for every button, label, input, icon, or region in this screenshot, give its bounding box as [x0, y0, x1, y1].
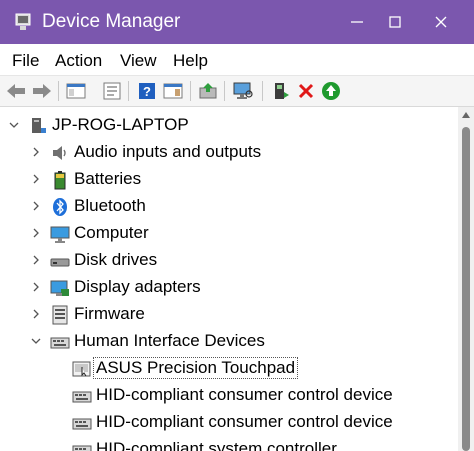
expand-chevron-icon[interactable]: [30, 199, 42, 213]
tree-item-disk-drives[interactable]: Disk drives: [0, 247, 458, 274]
speaker-icon: [53, 146, 66, 160]
menu-action[interactable]: Action: [55, 51, 102, 71]
bluetooth-icon: [53, 198, 67, 216]
display-adapter-icon: [50, 280, 69, 296]
action-pane-icon: [163, 83, 183, 99]
tree-item-label: Firmware: [74, 304, 145, 323]
help-button[interactable]: ?: [136, 80, 158, 102]
expand-chevron-icon[interactable]: [30, 172, 42, 186]
computer-tower-icon: [32, 118, 46, 133]
enable-device-button[interactable]: [270, 80, 292, 102]
collapse-chevron-icon[interactable]: [30, 334, 42, 348]
firmware-icon: [52, 305, 68, 325]
hid-device-icon: [72, 418, 92, 430]
touchpad-device-icon: [72, 361, 91, 377]
expand-chevron-icon[interactable]: [30, 145, 42, 159]
device-tree: JP-ROG-LAPTOP Audio inputs and outputs B…: [0, 107, 458, 451]
properties-icon: [103, 82, 121, 100]
hid-device-icon: [72, 445, 92, 451]
tree-item-asus-precision-touchpad[interactable]: ASUS Precision Touchpad: [0, 355, 458, 382]
collapse-chevron-icon[interactable]: [8, 118, 20, 132]
back-button[interactable]: [5, 80, 27, 102]
tree-item-hid-consumer-control-2[interactable]: HID-compliant consumer control device: [0, 409, 458, 436]
forward-arrow-icon: [33, 84, 51, 98]
disk-drive-icon: [50, 258, 70, 267]
minimize-icon: [351, 21, 363, 23]
scrollbar-thumb[interactable]: [462, 127, 470, 451]
close-button[interactable]: [418, 0, 464, 44]
update-driver-icon: [199, 83, 217, 99]
uninstall-device-icon: [298, 83, 314, 99]
tree-item-label: Disk drives: [74, 250, 158, 269]
tree-item-label: Audio inputs and outputs: [74, 142, 262, 161]
menu-file[interactable]: File: [12, 51, 39, 71]
tree-item-label: HID-compliant consumer control device: [96, 385, 393, 404]
tree-item-human-interface-devices[interactable]: Human Interface Devices: [0, 328, 458, 355]
tree-item-hid-system-controller[interactable]: HID-compliant system controller: [0, 436, 458, 451]
maximize-button[interactable]: [372, 0, 418, 44]
tree-item-computer[interactable]: Computer: [0, 220, 458, 247]
monitor-icon: [50, 226, 70, 243]
enable-green-icon: [322, 82, 340, 100]
menu-bar: File Action View Help: [0, 44, 474, 76]
properties-button[interactable]: [101, 80, 123, 102]
title-bar: Device Manager: [0, 0, 474, 44]
tree-item-display-adapters[interactable]: Display adapters: [0, 274, 458, 301]
expand-chevron-icon[interactable]: [30, 253, 42, 267]
tree-item-bluetooth[interactable]: Bluetooth: [0, 193, 458, 220]
maximize-icon: [389, 16, 401, 28]
toolbar-separator: [128, 81, 129, 101]
expand-chevron-icon[interactable]: [30, 226, 42, 240]
toolbar-separator: [224, 81, 225, 101]
tree-item-audio[interactable]: Audio inputs and outputs: [0, 139, 458, 166]
uninstall-device-button[interactable]: [295, 80, 317, 102]
tree-root[interactable]: JP-ROG-LAPTOP: [0, 112, 458, 139]
scroll-up-button[interactable]: [458, 107, 474, 123]
tree-item-label: HID-compliant consumer control device: [96, 412, 393, 431]
battery-icon: [54, 171, 66, 190]
forward-button[interactable]: [31, 80, 53, 102]
tree-item-label: Computer: [74, 223, 149, 242]
window-title: Device Manager: [42, 11, 181, 32]
tree-item-firmware[interactable]: Firmware: [0, 301, 458, 328]
scan-hardware-icon: [233, 82, 253, 99]
scan-hardware-button[interactable]: [232, 80, 254, 102]
help-icon: ?: [139, 83, 155, 99]
action-pane-button[interactable]: [162, 80, 184, 102]
scroll-up-arrow-icon: [462, 112, 470, 118]
vertical-scrollbar[interactable]: [458, 107, 474, 451]
enable-green-button[interactable]: [320, 80, 342, 102]
menu-view[interactable]: View: [120, 51, 157, 71]
hid-device-icon: [72, 391, 92, 403]
update-driver-button[interactable]: [197, 80, 219, 102]
tree-item-label: ASUS Precision Touchpad: [92, 357, 299, 379]
tree-item-hid-consumer-control-1[interactable]: HID-compliant consumer control device: [0, 382, 458, 409]
toolbar-separator: [262, 81, 263, 101]
tree-item-label: Batteries: [74, 169, 142, 188]
toolbar-separator: [58, 81, 59, 101]
device-manager-icon: [15, 13, 31, 30]
tree-item-label: HID-compliant system controller: [96, 439, 337, 451]
toolbar: ?: [0, 76, 474, 107]
tree-item-label: Display adapters: [74, 277, 201, 296]
enable-device-icon: [275, 83, 289, 99]
tree-item-label: Bluetooth: [74, 196, 146, 215]
expand-chevron-icon[interactable]: [30, 280, 42, 294]
tree-item-label: Human Interface Devices: [74, 331, 265, 350]
expand-chevron-icon[interactable]: [30, 307, 42, 321]
tree-item-batteries[interactable]: Batteries: [0, 166, 458, 193]
toolbar-separator: [190, 81, 191, 101]
console-tree-icon: [66, 83, 86, 99]
menu-help[interactable]: Help: [173, 51, 208, 71]
back-arrow-icon: [7, 84, 25, 98]
show-hide-console-tree-button[interactable]: [65, 80, 87, 102]
computer-name: JP-ROG-LAPTOP: [52, 115, 189, 134]
svg-text:?: ?: [143, 84, 151, 99]
close-icon: [435, 16, 447, 28]
hid-icon: [50, 337, 70, 349]
